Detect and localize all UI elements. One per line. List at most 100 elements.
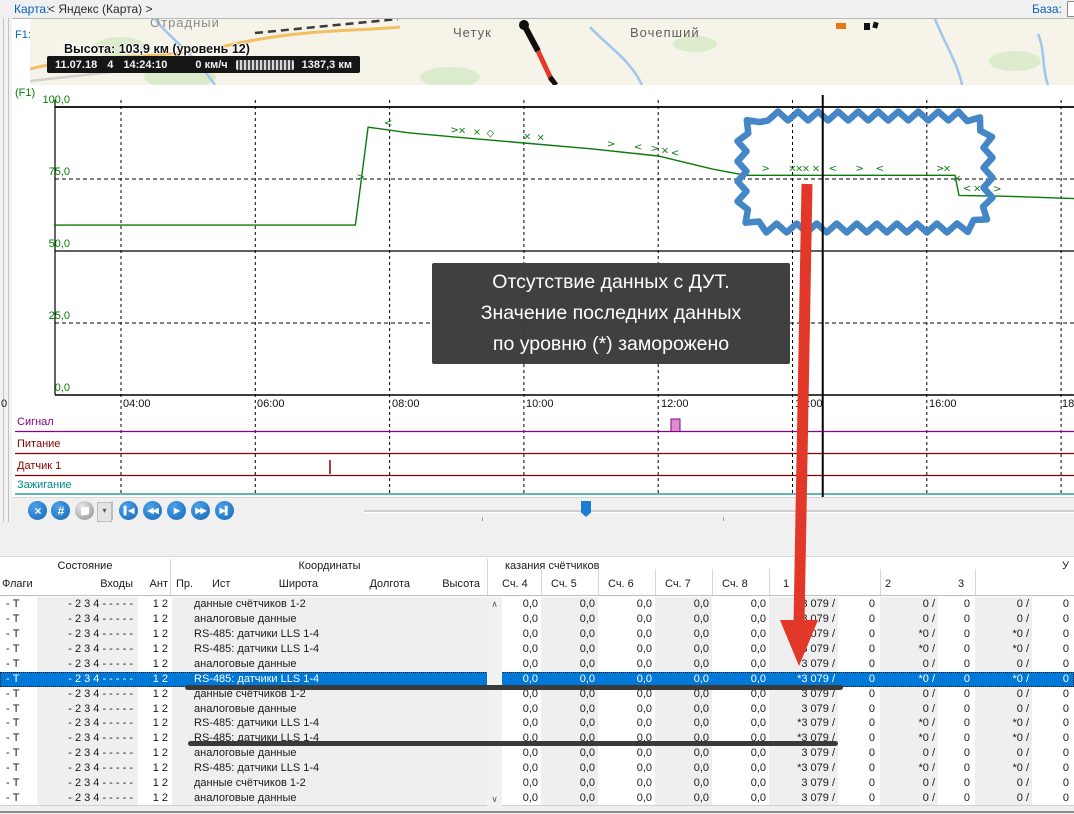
timeline-slider-thumb[interactable] [581,501,591,517]
cell-c1: 0,0 [541,597,598,612]
top-bar: Карта: < Яндекс (Карта) > База: [0,0,1074,19]
cell-desc: RS-485: датчики LLS 1-4 [172,627,487,642]
view-3d-dropdown-button[interactable]: ▾ [97,502,112,522]
cell-c3: 0,0 [655,627,712,642]
fit-grid-button[interactable]: # [51,501,70,520]
timeline-slider-track[interactable] [364,510,1074,513]
close-button[interactable]: × [28,501,47,520]
cell-inputs: - 2 3 4 - - - - - [37,791,138,806]
scroll-down-icon[interactable]: ∨ [487,792,502,806]
table-group-header: Состояние [0,560,170,572]
cell-c2: 0,0 [598,702,655,717]
cell-c2: 0,0 [598,627,655,642]
status-satellites: 4 [107,59,113,71]
cell-v3b: 0 [1032,657,1074,672]
cell-v1b: 0 [838,702,880,717]
cell-v3: 0 / [975,687,1032,702]
cell-flags: - Т [0,612,37,627]
cell-c4: 0,0 [712,702,769,717]
rewind-button[interactable]: ◀◀ [143,501,162,520]
y-tick-label: 75,0 [34,166,70,178]
cell-v1b: 0 [838,597,880,612]
table-column-header: Долгота [330,578,410,590]
table-row[interactable]: - Т- 2 3 4 - - - - -1 2RS-485: датчики L… [0,627,1074,642]
app-window: Карта: < Яндекс (Карта) > База: F1: [0,0,1074,814]
cell-ant: 1 2 [138,776,172,791]
cell-c2: 0,0 [598,791,655,806]
table-scrollbar[interactable]: ∧ ∨ [487,597,502,806]
table-row[interactable]: - Т- 2 3 4 - - - - -1 2RS-485: датчики L… [0,642,1074,657]
cell-v1b: 0 [838,612,880,627]
cell-ant: 1 2 [138,761,172,776]
cell-v3: *0 / [975,672,1032,687]
cell-v1b: 0 [838,776,880,791]
skip-to-end-icon: ▶▌ [220,506,230,515]
chart-series-label: (F1) [15,87,35,99]
cell-flags: - Т [0,776,37,791]
cell-desc: аналоговые данные [172,746,487,761]
table-column-header: Высота [420,578,480,590]
table-row[interactable]: - Т- 2 3 4 - - - - -1 2аналоговые данные… [0,657,1074,672]
cell-v1: 3 079 / [769,791,838,806]
cell-c1: 0,0 [541,702,598,717]
cell-c4: 0,0 [712,791,769,806]
cell-flags: - Т [0,761,37,776]
vertical-splitter[interactable] [0,18,12,522]
cell-v2b: 0 [938,716,975,731]
table-row[interactable]: - Т- 2 3 4 - - - - -1 2данные счётчиков … [0,597,1074,612]
scroll-up-icon[interactable]: ∧ [487,597,502,611]
cell-v2b: 0 [938,702,975,717]
cell-v2: *0 / [880,761,938,776]
view-3d-button[interactable] [75,501,94,520]
cell-c2: 0,0 [598,657,655,672]
cell-flags: - Т [0,791,37,806]
cell-v2: 0 / [880,791,938,806]
cell-v2b: 0 [938,791,975,806]
cell-ant: 1 2 [138,702,172,717]
cell-c0: 0,0 [502,776,541,791]
table-row[interactable]: - Т- 2 3 4 - - - - -1 2аналоговые данные… [0,612,1074,627]
cell-inputs: - 2 3 4 - - - - - [37,627,138,642]
cell-v3: *0 / [975,627,1032,642]
annotation-underline-1 [185,685,843,690]
tooltip-line-2: Значение последних данных [432,298,790,329]
cell-v2b: 0 [938,687,975,702]
x-tick-label: 10:00 [526,398,554,410]
skip-to-start-icon: ▌◀ [124,506,134,515]
x-tick-label: 08:00 [392,398,420,410]
cell-c4: 0,0 [712,761,769,776]
cell-c1: 0,0 [541,791,598,806]
table-row[interactable]: - Т- 2 3 4 - - - - -1 2аналоговые данные… [0,746,1074,761]
table-row[interactable]: - Т- 2 3 4 - - - - -1 2данные счётчиков … [0,776,1074,791]
cell-c1: 0,0 [541,627,598,642]
skip-to-end-button[interactable]: ▶▌ [215,501,234,520]
cell-c0: 0,0 [502,746,541,761]
fast-forward-button[interactable]: ▶▶ [191,501,210,520]
cell-c1: 0,0 [541,657,598,672]
speed-gauge-icon [236,60,294,70]
play-button[interactable]: ▶ [167,501,186,520]
table-row[interactable]: - Т- 2 3 4 - - - - -1 2аналоговые данные… [0,702,1074,717]
table-row[interactable]: - Т- 2 3 4 - - - - -1 2RS-485: датчики L… [0,716,1074,731]
cell-c2: 0,0 [598,612,655,627]
table-row[interactable]: - Т- 2 3 4 - - - - -1 2аналоговые данные… [0,791,1074,806]
map-place-3: Вочепший [630,25,700,40]
x-tick-label: 18 [1062,398,1074,410]
cell-v1b: 0 [838,657,880,672]
table-column-header: Сч. 8 [722,578,762,590]
cube-icon [81,506,89,515]
x-tick-label: 14:00 [795,398,823,410]
map-f1-label: F1: [15,29,31,41]
skip-to-start-button[interactable]: ▌◀ [119,501,138,520]
cell-inputs: - 2 3 4 - - - - - [37,746,138,761]
cell-v2: 0 / [880,702,938,717]
x-tick-label: 06:00 [257,398,285,410]
table-group-header: У [1062,560,1074,572]
table-row[interactable]: - Т- 2 3 4 - - - - -1 2RS-485: датчики L… [0,761,1074,776]
base-input[interactable] [1067,1,1074,17]
cell-v1b: 0 [838,791,880,806]
cell-c1: 0,0 [541,746,598,761]
header-separator [598,569,599,595]
base-label: База: [1032,2,1062,16]
map-source-selector[interactable]: < Яндекс (Карта) > [48,2,152,16]
